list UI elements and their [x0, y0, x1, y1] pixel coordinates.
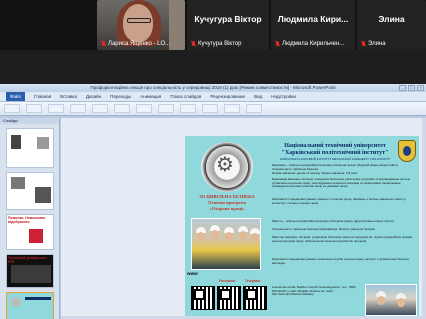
institute-name: НАВЧАЛЬНО-НАУКОВИЙ ІНСТИТУТ МЕХАНІЧНОЇ І…: [280, 157, 390, 161]
university-name-short: "Харківський політехнічний інститут": [281, 150, 389, 156]
ribbon-tabs: Файл Главная Вставка Дизайн Переходы Ани…: [0, 92, 426, 102]
tab-transitions[interactable]: Переходы: [110, 92, 131, 101]
participant-label: Лариса Ященко - LO...: [101, 41, 170, 47]
close-icon[interactable]: ×: [417, 85, 424, 91]
mic-muted-icon: [101, 41, 106, 47]
slide-paragraph: Магістр – освітньо-професійна програма «…: [272, 219, 394, 223]
vertical-scrollbar[interactable]: [422, 118, 426, 319]
slide-paragraph: Магістри вивчають питання: управління бе…: [272, 235, 413, 243]
minimize-icon[interactable]: –: [399, 85, 406, 91]
slide-thumbnail[interactable]: Технічний університет ХПІ: [6, 254, 54, 288]
students-photo: [191, 218, 261, 270]
slide-paragraph: Бакалаври вивчають питання: створення бе…: [272, 177, 410, 189]
tab-home[interactable]: Главная: [34, 92, 51, 101]
qr-codes: Facebook Telegram: [189, 279, 267, 314]
tab-slideshow[interactable]: Показ слайдов: [170, 92, 201, 101]
tab-file[interactable]: Файл: [6, 92, 26, 101]
participant-name: Элина: [378, 14, 405, 24]
slide-thumbnail-selected[interactable]: [6, 292, 54, 319]
slide-contact: Контактна особа: Вамбол Сергій Олександр…: [272, 285, 356, 297]
participant-tile[interactable]: Элина Элина: [357, 0, 426, 50]
ribbon-button[interactable]: [114, 104, 130, 113]
slide-editor[interactable]: ЗО ЦИВІЛЬНА БЕЗПЕКА Освітня програма «Ох…: [61, 118, 426, 319]
participant-label: Элина: [361, 41, 386, 47]
slide-left-column: ЗО ЦИВІЛЬНА БЕЗПЕКА Освітня програма «Ох…: [185, 136, 269, 318]
screen: Лариса Ященко - LO... Кучугура Віктор Ку…: [0, 0, 426, 319]
tab-view[interactable]: Вид: [254, 92, 262, 101]
current-slide[interactable]: ЗО ЦИВІЛЬНА БЕЗПЕКА Освітня програма «Ох…: [185, 136, 419, 318]
slide-right-column: Національний технічний університет "Харк…: [269, 136, 419, 318]
participant-label: Людмила Кирильчен...: [275, 41, 344, 47]
tab-review[interactable]: Рецензирование: [210, 92, 245, 101]
mic-muted-icon: [191, 41, 196, 47]
slide-paragraph: Спеціальність: Цивільна безпека; Кваліфі…: [272, 227, 376, 231]
tab-design[interactable]: Дизайн: [86, 92, 101, 101]
participant-name: Людмила Кири...: [277, 14, 349, 24]
tab-animation[interactable]: Анимация: [140, 92, 161, 101]
tab-addins[interactable]: Надстройки: [271, 92, 296, 101]
ribbon-button[interactable]: [180, 104, 196, 113]
slide-thumbnails-panel[interactable]: Слайды Помилка. Неможливо відобразити Те…: [0, 118, 60, 319]
tab-slides[interactable]: Слайды: [0, 118, 59, 124]
window-controls: – □ ×: [399, 85, 424, 91]
ribbon-button[interactable]: [48, 104, 64, 113]
participant-tile-video[interactable]: Лариса Ященко - LO...: [97, 0, 185, 50]
qr-code-icon: [191, 286, 215, 310]
slide-thumbnail[interactable]: [6, 128, 54, 168]
maximize-icon[interactable]: □: [408, 85, 415, 91]
ribbon-button[interactable]: [202, 104, 218, 113]
university-crest-icon: [398, 140, 416, 162]
participant-tile[interactable]: Кучугура Віктор Кучугура Віктор: [187, 0, 269, 50]
mic-muted-icon: [275, 41, 280, 47]
participant-label: Кучугура Віктор: [191, 41, 241, 47]
university-name: Національний технічний університет: [284, 143, 386, 149]
slide-paragraph: Форма навчання: денна та заочна; Термін …: [272, 171, 358, 175]
participant-tile[interactable]: Людмила Кири... Людмила Кирильчен...: [271, 0, 355, 50]
institute-emblem-icon: [201, 142, 253, 192]
ribbon-button[interactable]: [158, 104, 174, 113]
slide-dept-title: ЗО ЦИВІЛЬНА БЕЗПЕКА: [199, 194, 255, 199]
workers-photo: [365, 284, 417, 316]
ribbon-button[interactable]: [92, 104, 108, 113]
slide-paragraph: Можливості працевлаштування: інженер з о…: [272, 197, 407, 205]
ribbon-button[interactable]: [246, 104, 262, 113]
ribbon-button[interactable]: [224, 104, 240, 113]
qr-code-icon: [217, 286, 241, 310]
ribbon-button[interactable]: [4, 104, 20, 113]
slide-thumbnail[interactable]: [6, 172, 54, 210]
mic-muted-icon: [361, 41, 366, 47]
tab-insert[interactable]: Вставка: [60, 92, 77, 101]
qr-code-icon: [243, 286, 267, 310]
slide-thumbnail[interactable]: Помилка. Неможливо відобразити: [6, 214, 54, 250]
powerpoint-window: Профорієнтаційна лекція про спеціальніст…: [0, 84, 426, 319]
slide-program-label: Освітня програма: [208, 200, 246, 205]
window-title: Профорієнтаційна лекція про спеціальніст…: [0, 84, 426, 92]
www-label: WWW: [187, 272, 198, 276]
ribbon-button[interactable]: [70, 104, 86, 113]
participant-name: Кучугура Віктор: [194, 14, 262, 24]
ribbon-button[interactable]: [26, 104, 42, 113]
participant-strip: Лариса Ященко - LO... Кучугура Віктор Ку…: [0, 0, 426, 50]
ribbon-button[interactable]: [136, 104, 152, 113]
slide-paragraph: Можливості працевлаштування: начальник с…: [272, 257, 410, 265]
slide-program-name: «Охорона праці»: [209, 206, 245, 211]
ribbon-toolbar: [0, 102, 426, 116]
